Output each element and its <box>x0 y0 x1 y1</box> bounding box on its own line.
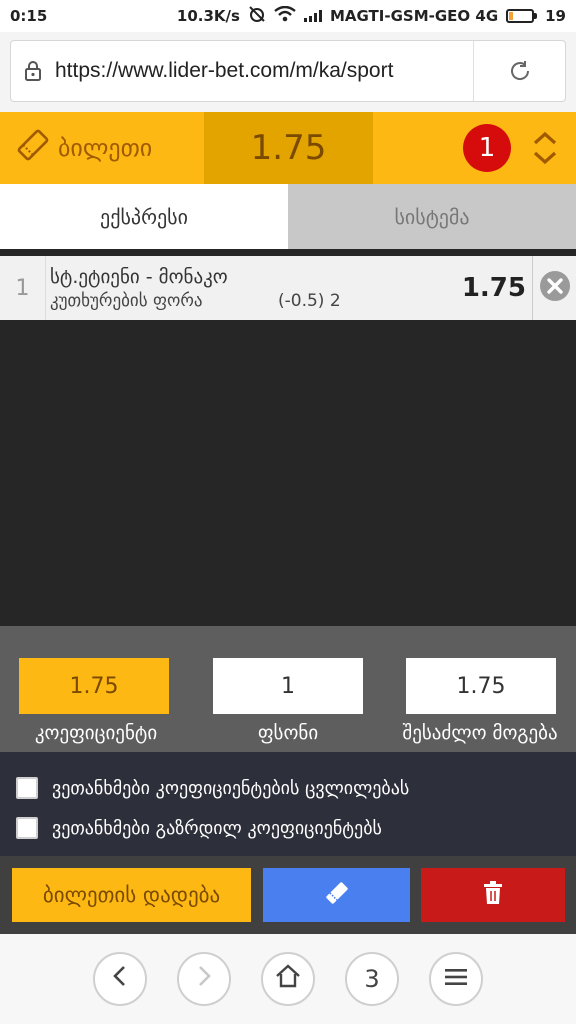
network-speed: 10.3K/s <box>176 7 240 25</box>
status-time: 0:15 <box>10 7 48 25</box>
battery-icon <box>506 9 538 23</box>
bet-selection: (-0.5) 2 <box>278 290 341 311</box>
remove-bet-button[interactable] <box>532 256 576 320</box>
agree-increased-odds-row[interactable]: ვეთანხმები გაზრდილ კოეფიციენტებს <box>16 808 576 848</box>
agree-odds-change-label: ვეთანხმები კოეფიციენტების ცვლილებას <box>52 777 410 799</box>
trash-icon <box>483 881 503 909</box>
place-bet-button[interactable]: ბილეთის დადება <box>12 868 251 922</box>
agree-increased-odds-label: ვეთანხმები გაზრდილ კოეფიციენტებს <box>52 817 382 839</box>
alarm-off-icon <box>248 5 266 27</box>
coefficient-field: 1.75 <box>19 658 169 714</box>
bet-item: 1 სტ.ეტიენი - მონაკო კუთხურების ფორა (-0… <box>0 256 576 320</box>
tab-system[interactable]: სისტემა <box>288 184 576 249</box>
ticket-title[interactable]: ბილეთი <box>0 112 204 184</box>
wifi-icon <box>274 5 296 26</box>
ticket-action-button[interactable] <box>263 868 410 922</box>
ticket-icon <box>16 128 50 168</box>
signal-icon <box>303 10 322 22</box>
bet-odds: 1.75 <box>461 273 526 303</box>
remove-icon <box>539 270 571 306</box>
coefficient-label: კოეფიციენტი <box>34 722 158 744</box>
total-odds: 1.75 <box>204 112 373 184</box>
tabs-button[interactable]: 3 <box>345 952 399 1006</box>
home-icon <box>275 964 301 994</box>
expand-collapse-icon[interactable] <box>531 131 559 165</box>
stake-amount-label: ფსონი <box>257 722 319 744</box>
bet-type-tabs: ექსპრესი სისტემა <box>0 184 576 249</box>
bet-market-line: კუთხურების ფორა (-0.5) 2 <box>50 291 446 311</box>
status-bar: 0:15 10.3K/s MAGTI-GSM-GEO 4G 19 <box>0 0 576 32</box>
agree-increased-odds-checkbox[interactable] <box>16 817 38 839</box>
browser-toolbar: https://www.lider-bet.com/m/ka/sport <box>0 32 576 112</box>
back-icon <box>111 965 129 993</box>
clear-ticket-button[interactable] <box>421 868 565 922</box>
ticket-header[interactable]: ბილეთი 1.75 1 <box>0 112 576 184</box>
ticket-label: ბილეთი <box>58 134 153 162</box>
menu-icon <box>444 965 468 993</box>
menu-button[interactable] <box>429 952 483 1006</box>
agree-odds-change-checkbox[interactable] <box>16 777 38 799</box>
bet-info: სტ.ეტიენი - მონაკო კუთხურების ფორა (-0.5… <box>46 256 446 320</box>
bet-count-badge: 1 <box>463 124 511 172</box>
address-bar[interactable]: https://www.lider-bet.com/m/ka/sport <box>10 40 566 102</box>
ticket-icon <box>324 880 350 910</box>
bet-index: 1 <box>0 256 46 320</box>
agreements-panel: ვეთანხმები კოეფიციენტების ცვლილებას ვეთა… <box>0 752 576 856</box>
carrier-name: MAGTI-GSM-GEO 4G <box>329 7 499 25</box>
possible-win-label: შესაძლო მოგება <box>402 722 558 744</box>
url-text[interactable]: https://www.lider-bet.com/m/ka/sport <box>55 59 473 83</box>
forward-icon <box>195 965 213 993</box>
reload-icon[interactable] <box>473 41 565 101</box>
bets-empty-space <box>0 320 576 626</box>
possible-win-field: 1.75 <box>406 658 556 714</box>
home-button[interactable] <box>261 952 315 1006</box>
bet-match: სტ.ეტიენი - მონაკო <box>50 265 228 288</box>
browser-nav: 3 <box>0 934 576 1024</box>
forward-button[interactable] <box>177 952 231 1006</box>
agree-odds-change-row[interactable]: ვეთანხმები კოეფიციენტების ცვლილებას <box>16 768 576 808</box>
bet-market: კუთხურების ფორა <box>50 290 203 311</box>
stake-amount-input[interactable]: 1 <box>213 658 363 714</box>
tab-express[interactable]: ექსპრესი <box>0 184 288 249</box>
status-right: 10.3K/s MAGTI-GSM-GEO 4G 19 <box>177 5 566 27</box>
action-bar: ბილეთის დადება <box>0 856 576 934</box>
stake-panel: 1.75 1 1.75 კოეფიციენტი ფსონი შესაძლო მო… <box>0 626 576 752</box>
lock-icon <box>11 60 55 82</box>
back-button[interactable] <box>93 952 147 1006</box>
battery-percent: 19 <box>545 7 566 25</box>
